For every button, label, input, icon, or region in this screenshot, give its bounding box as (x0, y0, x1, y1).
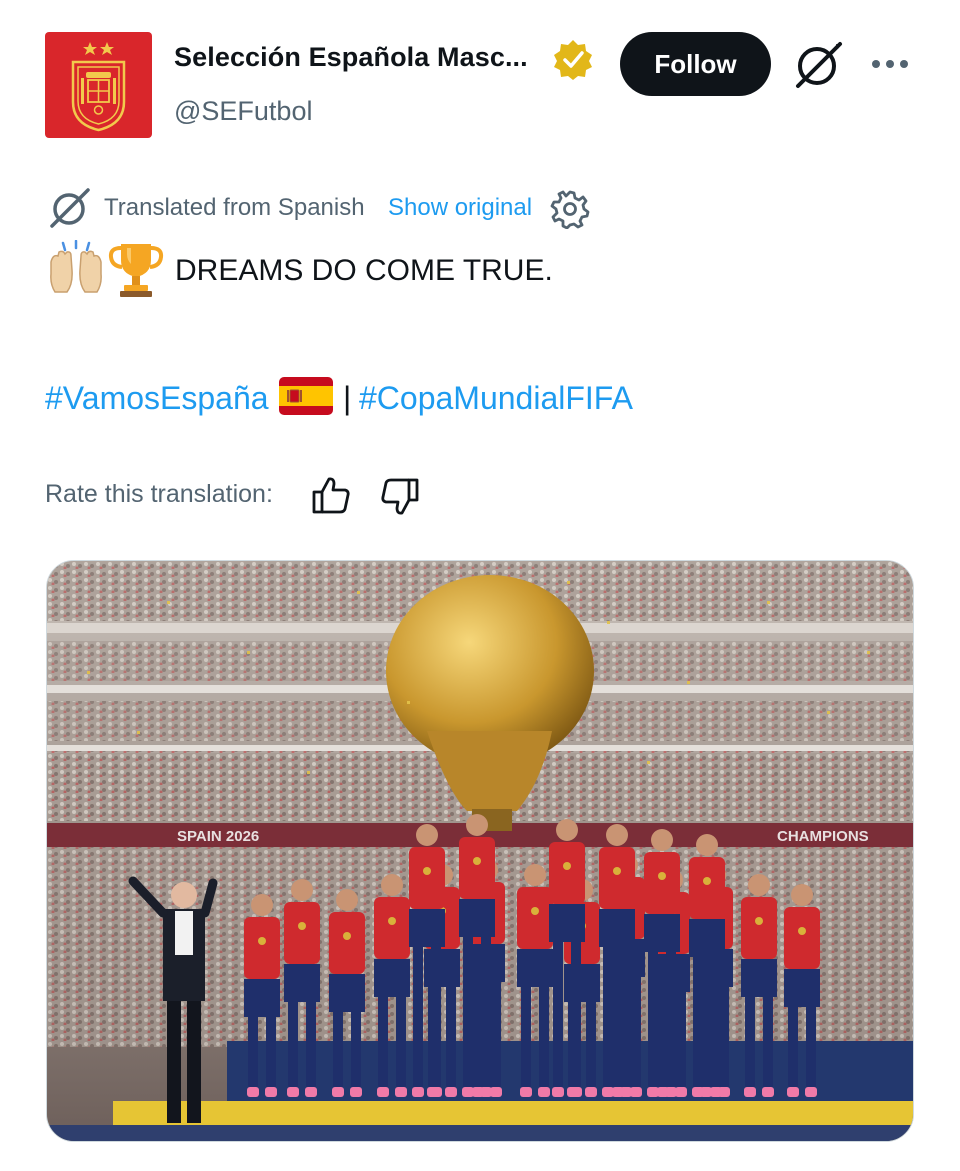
banner-right-text: CHAMPIONS (777, 828, 869, 845)
grok-icon[interactable] (792, 40, 844, 90)
more-icon[interactable] (866, 46, 914, 82)
show-original-link[interactable]: Show original (388, 194, 532, 222)
spain-flag-emoji (279, 377, 333, 415)
crest-icon (71, 42, 126, 132)
verified-badge-icon (554, 40, 592, 80)
rate-translation-label: Rate this translation: (45, 480, 273, 508)
translated-from-label: Translated from Spanish (104, 194, 365, 221)
author-handle[interactable]: @SEFutbol (174, 96, 312, 127)
follow-button[interactable]: Follow (620, 32, 771, 96)
hashtags-line: #VamosEspaña | #CopaMundialFIFA (45, 372, 745, 424)
thumbs-down-icon[interactable] (379, 476, 421, 518)
raising-hands-emoji (50, 240, 102, 293)
tweet-text-line: DREAMS DO COME TRUE. (45, 240, 745, 300)
celebration-photo: SPAIN 2026 CHAMPIONS (47, 561, 913, 1141)
trophy-emoji (108, 244, 164, 297)
avatar[interactable] (45, 32, 152, 138)
translation-notice: Translated from Spanish Show original (45, 186, 665, 230)
thumbs-up-icon[interactable] (310, 474, 352, 516)
hashtag-separator: | (343, 380, 352, 416)
tweet-media-photo[interactable]: SPAIN 2026 CHAMPIONS (46, 560, 914, 1142)
rate-translation: Rate this translation: (45, 474, 445, 518)
tweet-main-text: DREAMS DO COME TRUE. (175, 254, 553, 287)
grok-icon (50, 188, 90, 228)
gear-icon[interactable] (550, 189, 590, 229)
author-display-name[interactable]: Selección Española Masc... (174, 42, 528, 73)
banner-left-text: SPAIN 2026 (177, 828, 259, 845)
hashtag-vamos-espana[interactable]: #VamosEspaña (45, 380, 269, 417)
hashtag-copa-mundial[interactable]: #CopaMundialFIFA (359, 380, 633, 417)
